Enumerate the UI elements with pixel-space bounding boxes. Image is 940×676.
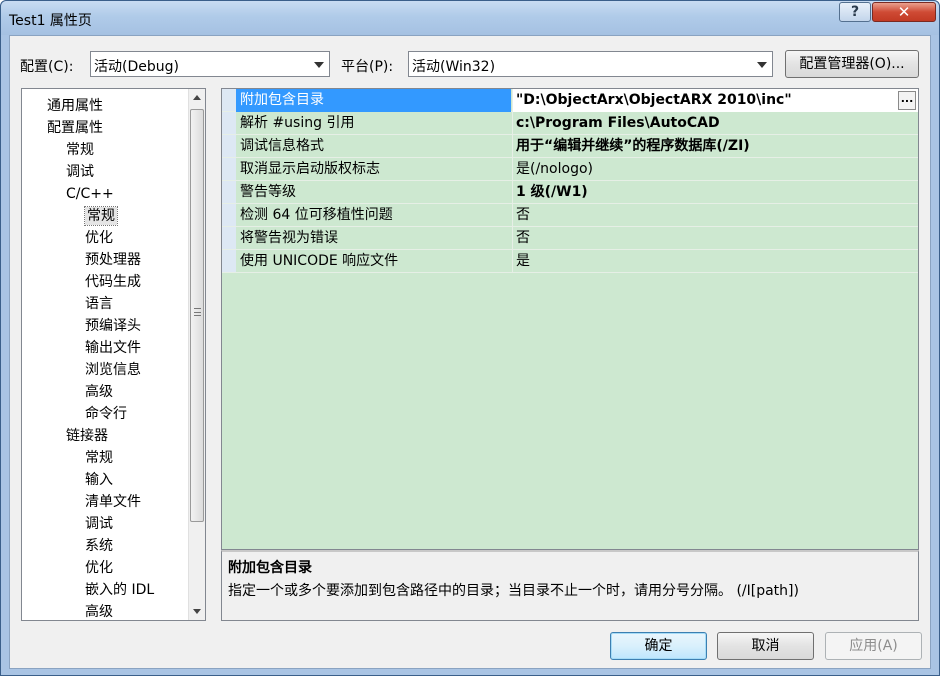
config-manager-button[interactable]: 配置管理器(O)... [785,50,919,78]
property-row[interactable]: 调试信息格式 用于“编辑并继续”的程序数据库(/ZI) [222,135,918,158]
tree-item[interactable]: 代码生成 [85,273,141,291]
dialog-client-area: 配置(C): 活动(Debug) 平台(P): 活动(Win32) 配置管理器(… [9,35,931,669]
tree-item[interactable]: 调试 [66,163,94,181]
tree-item[interactable]: 输出文件 [85,339,141,357]
property-value-text: c:\Program Files\AutoCAD [516,115,720,131]
property-value[interactable]: 用于“编辑并继续”的程序数据库(/ZI) [512,135,918,158]
property-value[interactable]: 否 [512,204,918,227]
property-value-text: 1 级(/W1) [516,184,588,200]
window-title: Test1 属性页 [9,13,92,29]
property-row[interactable]: 检测 64 位可移植性问题否 [222,204,918,227]
platform-label: 平台(P): [341,59,394,75]
tree-item[interactable]: 语言 [85,295,113,313]
platform-value: 活动(Win32) [412,59,496,75]
property-value-text: 否 [516,207,530,223]
property-row[interactable]: 解析 #using 引用 c:\Program Files\AutoCAD [222,112,918,135]
property-pages-window: Test1 属性页 ? ✕ 配置(C): 活动(Debug) 平台(P): 活动… [0,0,940,676]
tree-item[interactable]: 预编译头 [85,317,141,335]
platform-dropdown[interactable]: 活动(Win32) [408,51,773,77]
property-name[interactable]: 使用 UNICODE 响应文件 [236,250,511,273]
description-title: 附加包含目录 [228,560,312,576]
tree-item[interactable]: 优化 [85,559,113,577]
property-value[interactable]: c:\Program Files\AutoCAD [512,112,918,135]
browse-button[interactable]: ... [898,91,916,110]
property-value-text: 用于“编辑并继续”的程序数据库(/ZI) [516,138,750,154]
scroll-down-icon[interactable] [193,609,201,614]
property-row[interactable]: 使用 UNICODE 响应文件是 [222,250,918,273]
tree-scrollbar[interactable] [188,89,205,620]
tree-item[interactable]: 预处理器 [85,251,141,269]
tree-item[interactable]: 输入 [85,471,113,489]
tree-item[interactable]: 调试 [85,515,113,533]
property-row[interactable]: 将警告视为错误否 [222,227,918,250]
property-value-text: "D:\ObjectArx\ObjectARX 2010\inc" [516,92,792,108]
property-name[interactable]: 取消显示启动版权标志 [236,158,511,181]
property-name[interactable]: 附加包含目录 [236,89,511,112]
chevron-down-icon [314,62,324,68]
property-value[interactable]: 1 级(/W1) [512,181,918,204]
apply-button[interactable]: 应用(A) [825,632,922,660]
config-value: 活动(Debug) [94,59,179,75]
property-name[interactable]: 调试信息格式 [236,135,511,158]
scroll-up-icon[interactable] [193,95,201,100]
description-text: 指定一个或多个要添加到包含路径中的目录；当目录不止一个时，请用分号分隔。 (/I… [228,583,799,599]
property-value-text: 否 [516,230,530,246]
tree-item[interactable]: 高级 [85,603,113,620]
tree-item[interactable]: 浏览信息 [85,361,141,379]
property-row[interactable]: 取消显示启动版权标志 是(/nologo) [222,158,918,181]
property-value-text: 是(/nologo) [516,161,593,177]
property-name[interactable]: 警告等级 [236,181,511,204]
title-bar[interactable]: Test1 属性页 ? ✕ [1,1,939,35]
tree-item[interactable]: 清单文件 [85,493,141,511]
grip-icon [194,308,201,316]
close-button[interactable]: ✕ [872,2,936,22]
config-dropdown[interactable]: 活动(Debug) [90,51,330,77]
property-value[interactable]: "D:\ObjectArx\ObjectARX 2010\inc"... [512,89,918,112]
description-panel: 附加包含目录 指定一个或多个要添加到包含路径中的目录；当目录不止一个时，请用分号… [221,550,919,621]
property-row[interactable]: 附加包含目录 "D:\ObjectArx\ObjectARX 2010\inc".… [222,89,918,112]
property-name[interactable]: 将警告视为错误 [236,227,511,250]
tree-item[interactable]: 系统 [85,537,113,555]
tree-item[interactable]: 常规 [66,141,94,159]
ok-button[interactable]: 确定 [610,632,707,660]
cancel-button[interactable]: 取消 [717,632,814,660]
tree-item[interactable]: 命令行 [85,405,127,423]
property-name[interactable]: 解析 #using 引用 [236,112,511,135]
chevron-down-icon [757,62,767,68]
tree-item[interactable]: 链接器 [66,427,108,445]
property-grid: 附加包含目录 "D:\ObjectArx\ObjectARX 2010\inc".… [221,88,919,550]
tree-item[interactable]: 通用属性 [47,97,103,115]
scroll-thumb[interactable] [190,109,204,522]
property-value[interactable]: 是(/nologo) [512,158,918,181]
tree-item[interactable]: 优化 [85,229,113,247]
property-name[interactable]: 检测 64 位可移植性问题 [236,204,511,227]
property-value-text: 是 [516,253,530,269]
tree-item[interactable]: 嵌入的 IDL [85,581,154,599]
config-label: 配置(C): [20,59,74,75]
tree-item[interactable]: 配置属性 [47,119,103,137]
property-value[interactable]: 是 [512,250,918,273]
property-tree[interactable]: 通用属性 配置属性 常规 调试 C/C++ 常规 优化 预处理器 代码生成 语言 预编译头 输出文件浏… [21,88,206,621]
tree-item[interactable]: C/C++ [66,185,114,203]
property-value[interactable]: 否 [512,227,918,250]
tree-item[interactable]: 常规 [84,206,118,226]
property-row[interactable]: 警告等级 1 级(/W1) [222,181,918,204]
tree-item[interactable]: 常规 [85,449,113,467]
help-button[interactable]: ? [839,2,871,22]
tree-item[interactable]: 高级 [85,383,113,401]
